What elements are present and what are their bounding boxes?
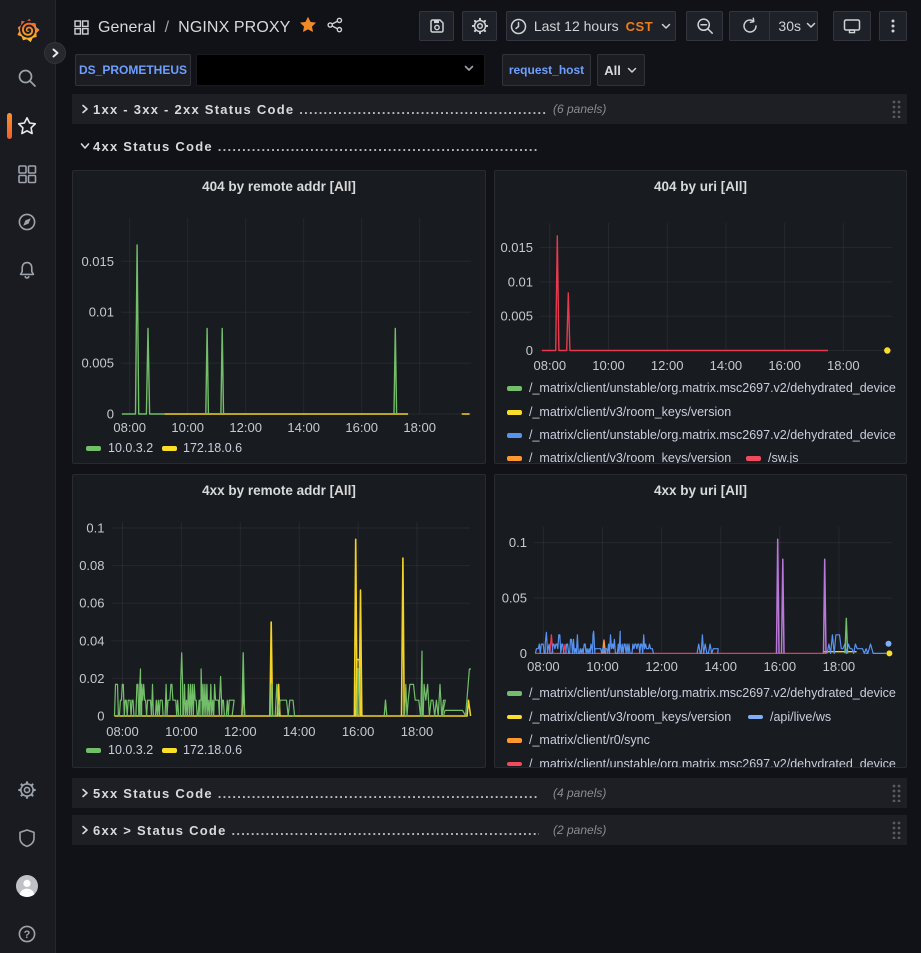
svg-text:10:00: 10:00 bbox=[592, 358, 625, 373]
svg-text:0.005: 0.005 bbox=[81, 356, 114, 371]
svg-text:?: ? bbox=[24, 929, 31, 941]
svg-text:14:00: 14:00 bbox=[287, 420, 320, 435]
svg-text:16:00: 16:00 bbox=[342, 724, 375, 739]
svg-text:08:00: 08:00 bbox=[113, 420, 146, 435]
svg-text:0: 0 bbox=[520, 646, 527, 661]
svg-text:18:00: 18:00 bbox=[823, 659, 856, 674]
svg-text:14:00: 14:00 bbox=[704, 659, 737, 674]
svg-text:0.01: 0.01 bbox=[508, 274, 533, 289]
svg-text:14:00: 14:00 bbox=[710, 358, 743, 373]
svg-text:14:00: 14:00 bbox=[283, 724, 316, 739]
svg-text:0.05: 0.05 bbox=[502, 591, 527, 606]
svg-text:0.08: 0.08 bbox=[79, 558, 104, 573]
svg-text:0: 0 bbox=[526, 343, 533, 358]
svg-text:0.02: 0.02 bbox=[79, 671, 104, 686]
svg-text:0.015: 0.015 bbox=[81, 254, 114, 269]
svg-text:10:00: 10:00 bbox=[586, 659, 619, 674]
svg-text:18:00: 18:00 bbox=[401, 724, 434, 739]
svg-text:0.005: 0.005 bbox=[500, 309, 533, 324]
svg-text:12:00: 12:00 bbox=[645, 659, 678, 674]
svg-text:0.04: 0.04 bbox=[79, 633, 104, 648]
svg-text:08:00: 08:00 bbox=[534, 358, 567, 373]
svg-text:0: 0 bbox=[97, 709, 104, 724]
svg-text:16:00: 16:00 bbox=[764, 659, 797, 674]
svg-text:16:00: 16:00 bbox=[345, 420, 378, 435]
svg-text:0.1: 0.1 bbox=[86, 521, 104, 536]
svg-text:16:00: 16:00 bbox=[768, 358, 801, 373]
svg-text:08:00: 08:00 bbox=[106, 724, 139, 739]
svg-text:12:00: 12:00 bbox=[224, 724, 257, 739]
svg-text:0.01: 0.01 bbox=[89, 305, 114, 320]
svg-text:18:00: 18:00 bbox=[827, 358, 860, 373]
svg-text:0.06: 0.06 bbox=[79, 596, 104, 611]
svg-text:12:00: 12:00 bbox=[651, 358, 684, 373]
svg-text:10:00: 10:00 bbox=[171, 420, 204, 435]
svg-text:18:00: 18:00 bbox=[403, 420, 436, 435]
svg-text:08:00: 08:00 bbox=[527, 659, 560, 674]
svg-text:10:00: 10:00 bbox=[165, 724, 198, 739]
svg-text:0.1: 0.1 bbox=[509, 535, 527, 550]
svg-text:0.015: 0.015 bbox=[500, 240, 533, 255]
svg-text:12:00: 12:00 bbox=[229, 420, 262, 435]
